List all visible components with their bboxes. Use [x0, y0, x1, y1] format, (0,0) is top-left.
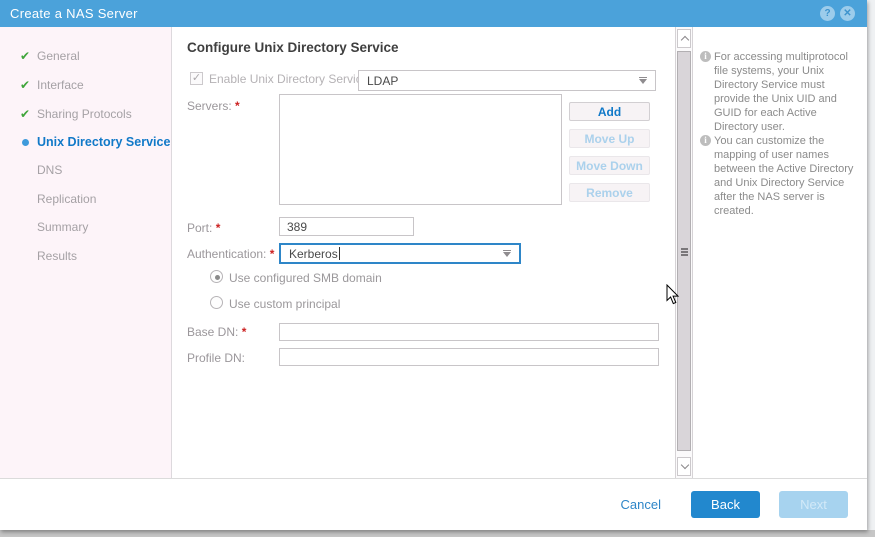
step-label: Replication: [37, 192, 97, 206]
directory-type-select[interactable]: LDAP: [358, 70, 656, 91]
servers-label: Servers: *: [187, 99, 240, 113]
check-icon: ✔: [20, 49, 31, 63]
authentication-value: Kerberos: [289, 246, 338, 261]
chevron-down-icon: [639, 76, 647, 84]
help-panel: i For accessing multiprotocol file syste…: [694, 27, 867, 478]
step-unix-directory-service[interactable]: Unix Directory Service: [0, 134, 171, 151]
next-button[interactable]: Next: [779, 491, 848, 518]
vertical-scrollbar[interactable]: [675, 27, 693, 478]
step-results[interactable]: Results: [0, 248, 171, 265]
check-icon: ✔: [20, 107, 31, 121]
move-down-button[interactable]: Move Down: [569, 156, 650, 175]
scroll-down-button[interactable]: [677, 457, 691, 476]
step-label: Summary: [37, 220, 89, 234]
wizard-steps-sidebar: ✔ General ✔ Interface ✔ Sharing Protocol…: [0, 27, 172, 478]
step-label: Results: [37, 249, 78, 263]
required-asterisk: *: [215, 221, 221, 235]
cancel-button[interactable]: Cancel: [621, 497, 661, 512]
use-custom-principal-radio[interactable]: [210, 296, 223, 309]
scrollbar-grip-icon: [681, 251, 688, 253]
step-label: DNS: [37, 163, 63, 177]
dialog-titlebar: Create a NAS Server ? ✕: [0, 0, 867, 27]
back-button[interactable]: Back: [691, 491, 760, 518]
check-icon: ✔: [20, 78, 31, 92]
page-title: Configure Unix Directory Service: [187, 40, 399, 55]
create-nas-server-dialog: Create a NAS Server ? ✕ ✔ General ✔ Inte…: [0, 0, 867, 530]
authentication-label: Authentication: *: [187, 247, 275, 261]
dialog-footer: Cancel Back Next: [0, 478, 867, 530]
step-label: Unix Directory Service: [37, 135, 171, 149]
required-asterisk: *: [235, 99, 240, 113]
info-icon: i: [700, 135, 711, 146]
step-label: Sharing Protocols: [37, 107, 132, 121]
add-button[interactable]: Add: [569, 102, 650, 121]
step-dns[interactable]: DNS: [0, 162, 171, 179]
enable-unix-directory-label: Enable Unix Directory Service: [209, 72, 369, 86]
step-general[interactable]: ✔ General: [0, 48, 171, 65]
step-label: General: [37, 49, 80, 63]
help-note: i For accessing multiprotocol file syste…: [700, 50, 862, 134]
enable-unix-directory-checkbox[interactable]: ✓: [190, 72, 203, 85]
servers-listbox[interactable]: [279, 94, 562, 205]
profile-dn-label: Profile DN:: [187, 351, 246, 365]
step-summary[interactable]: Summary: [0, 219, 171, 236]
dialog-title: Create a NAS Server: [10, 6, 138, 21]
chevron-down-icon: [503, 249, 511, 257]
step-interface[interactable]: ✔ Interface: [0, 77, 171, 94]
chevron-down-icon: [680, 460, 689, 470]
scroll-up-button[interactable]: [677, 29, 691, 48]
text-caret: [338, 246, 340, 260]
step-sharing-protocols[interactable]: ✔ Sharing Protocols: [0, 106, 171, 123]
profile-dn-input[interactable]: [279, 348, 659, 366]
use-configured-smb-domain-label: Use configured SMB domain: [229, 271, 382, 285]
chevron-up-icon: [680, 35, 689, 45]
move-up-button[interactable]: Move Up: [569, 129, 650, 148]
port-label: Port: *: [187, 221, 221, 235]
required-asterisk: *: [269, 247, 275, 261]
info-icon: i: [700, 51, 711, 62]
help-note-text: For accessing multiprotocol file systems…: [714, 51, 848, 133]
help-note-text: You can customize the mapping of user na…: [714, 135, 854, 217]
base-dn-label: Base DN: *: [187, 325, 247, 339]
unix-directory-service-form: Configure Unix Directory Service ✓ Enabl…: [173, 27, 675, 478]
step-replication[interactable]: Replication: [0, 191, 171, 208]
base-dn-input[interactable]: [279, 323, 659, 341]
required-asterisk: *: [241, 325, 247, 339]
help-icon[interactable]: ?: [820, 6, 835, 21]
use-configured-smb-domain-radio[interactable]: [210, 270, 223, 283]
help-note: i You can customize the mapping of user …: [700, 134, 862, 218]
remove-button[interactable]: Remove: [569, 183, 650, 202]
authentication-combobox[interactable]: Kerberos: [279, 243, 521, 264]
close-icon[interactable]: ✕: [840, 6, 855, 21]
use-custom-principal-label: Use custom principal: [229, 297, 341, 311]
background-page-strip: [867, 0, 875, 530]
directory-type-value: LDAP: [367, 73, 399, 88]
step-label: Interface: [37, 78, 84, 92]
port-input[interactable]: [279, 217, 414, 236]
bullet-icon: [22, 139, 29, 146]
scrollbar-thumb[interactable]: [677, 51, 691, 451]
